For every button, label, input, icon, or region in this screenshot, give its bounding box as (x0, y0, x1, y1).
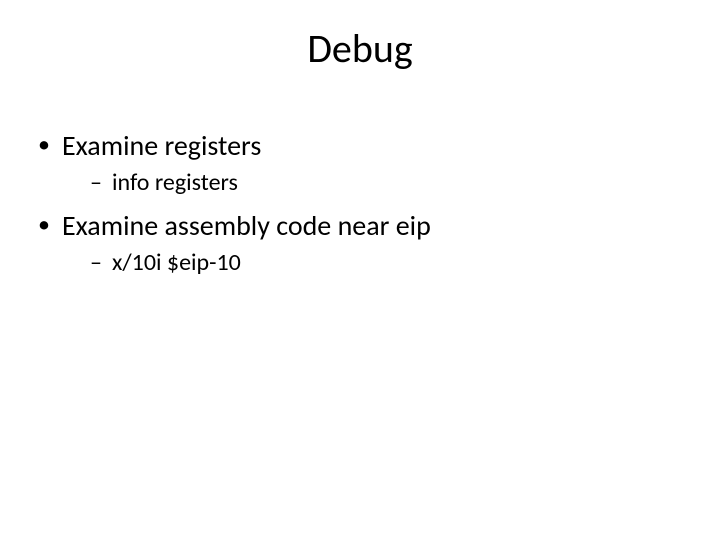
list-item: x/10i $eip-10 (90, 247, 684, 278)
sub-bullet-text: x/10i $eip-10 (112, 248, 241, 277)
sub-bullet-text: info registers (112, 168, 238, 197)
sub-list: info registers (62, 167, 684, 198)
list-item: Examine assembly code near eip x/10i $ei… (36, 208, 684, 278)
slide-body: Examine registers info registers Examine… (36, 128, 684, 288)
list-item: info registers (90, 167, 684, 198)
slide: Debug Examine registers info registers E… (0, 0, 720, 540)
bullet-text: Examine registers (62, 128, 261, 163)
bullet-list: Examine registers info registers Examine… (36, 128, 684, 278)
bullet-text: Examine assembly code near eip (62, 208, 431, 243)
list-item: Examine registers info registers (36, 128, 684, 198)
sub-list: x/10i $eip-10 (62, 247, 684, 278)
slide-title: Debug (0, 24, 720, 73)
